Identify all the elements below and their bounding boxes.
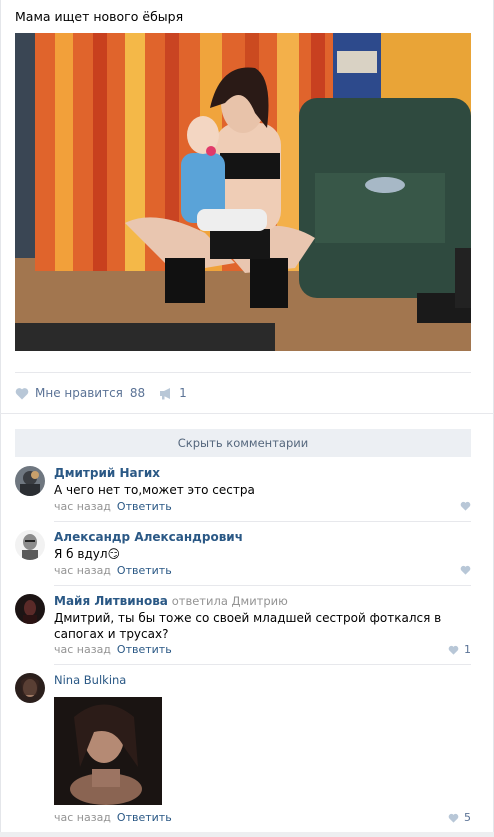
share-count: 1	[179, 386, 187, 400]
comment-text-wrap: Я б вдул😏	[54, 546, 471, 562]
hide-comments-button[interactable]: Скрыть комментарии	[15, 429, 471, 457]
heart-icon	[460, 565, 471, 575]
comment-author[interactable]: Майя Литвинова	[54, 594, 168, 608]
smirk-emoji-icon: 😏	[107, 547, 121, 561]
replied-to[interactable]: ответила Дмитрию	[172, 594, 288, 608]
comment-like-count: 5	[464, 811, 471, 824]
heart-icon	[448, 813, 459, 823]
like-count: 88	[129, 386, 146, 400]
heart-icon	[448, 645, 459, 655]
comment-photo[interactable]	[54, 697, 162, 805]
reply-link[interactable]: Ответить	[117, 500, 172, 513]
megaphone-icon	[160, 387, 171, 399]
comment-time[interactable]: час назад	[54, 564, 111, 577]
post-photo[interactable]	[15, 33, 471, 351]
avatar[interactable]	[15, 673, 45, 703]
comment-time[interactable]: час назад	[54, 811, 111, 824]
avatar[interactable]	[15, 466, 45, 496]
comment-like-count: 1	[464, 643, 471, 656]
comment-divider	[54, 664, 471, 665]
comments-divider	[0, 413, 494, 414]
comment-item: Майя Литвинова ответила Дмитрию Дмитрий,…	[15, 594, 471, 658]
comment-like-button[interactable]: 1	[448, 643, 471, 656]
comment-item: Дмитрий Нагих А чего нет то,может это се…	[15, 466, 471, 514]
comment-time[interactable]: час назад	[54, 500, 111, 513]
post-text: Мама ищет нового ёбыря	[15, 9, 184, 24]
comment-item: Nina Bulkina час назад Ответить 5	[15, 673, 471, 829]
comment-text: Дмитрий, ты бы тоже со своей младшей сес…	[54, 611, 442, 641]
reply-link[interactable]: Ответить	[117, 811, 172, 824]
comment-like-button[interactable]	[460, 501, 471, 511]
comment-author[interactable]: Александр Александрович	[54, 530, 243, 544]
comment-meta: час назад Ответить	[54, 811, 172, 824]
share-button[interactable]: 1	[159, 386, 187, 400]
avatar[interactable]	[15, 530, 45, 560]
post-divider	[15, 372, 471, 373]
like-label: Мне нравится	[35, 386, 123, 400]
comment-text: Я б вдул	[54, 547, 108, 561]
comment-divider	[54, 521, 471, 522]
reply-link[interactable]: Ответить	[117, 564, 172, 577]
avatar[interactable]	[15, 594, 45, 624]
comment-meta: час назад Ответить	[54, 500, 172, 513]
heart-icon	[15, 387, 29, 399]
comment-divider	[54, 585, 471, 586]
comment-like-button[interactable]	[460, 565, 471, 575]
comment-author[interactable]: Nina Bulkina	[54, 673, 126, 687]
post-actions: Мне нравится 88 1	[15, 384, 201, 402]
like-button[interactable]: Мне нравится 88	[15, 386, 145, 400]
comment-item: Александр Александрович Я б вдул😏 час на…	[15, 530, 471, 578]
reply-link[interactable]: Ответить	[117, 643, 172, 656]
comment-like-button[interactable]: 5	[448, 811, 471, 824]
comment-time[interactable]: час назад	[54, 643, 111, 656]
heart-icon	[460, 501, 471, 511]
comment-meta: час назад Ответить	[54, 643, 172, 656]
comment-author[interactable]: Дмитрий Нагих	[54, 466, 160, 480]
comment-text: А чего нет то,может это сестра	[54, 483, 255, 497]
comment-meta: час назад Ответить	[54, 564, 172, 577]
bottom-border	[0, 832, 494, 837]
